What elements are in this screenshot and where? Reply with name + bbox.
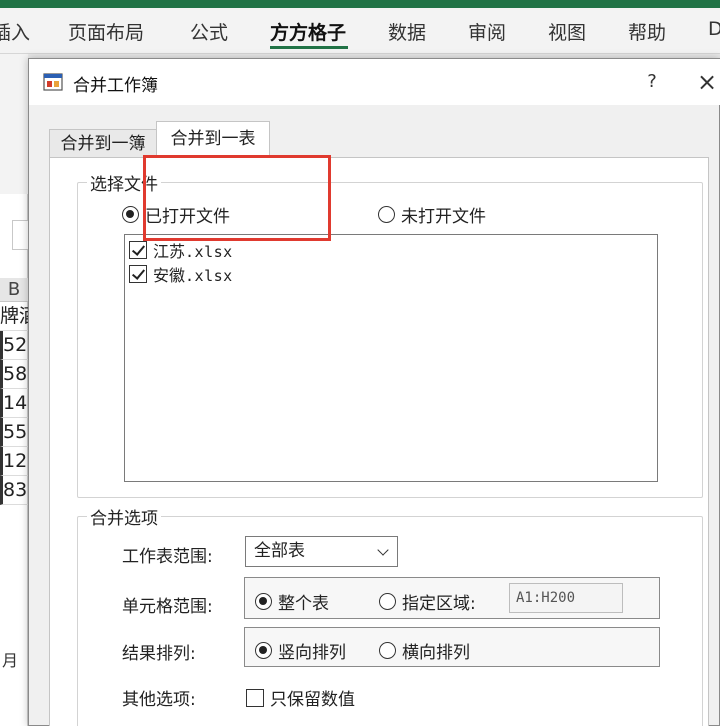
radio-label: 未打开文件 <box>401 207 486 227</box>
checkbox-label: 只保留数值 <box>270 690 355 710</box>
checkbox-box[interactable] <box>246 688 264 707</box>
merge-workbook-dialog: 合并工作簿 ? × 合并到一簿 合并到一表 选择文件 已打开文件 未打开文件 江… <box>28 58 720 726</box>
cell-range-box: 整个表 指定区域: A1:H200 <box>244 577 660 619</box>
formula-bar[interactable] <box>12 220 28 250</box>
result-order-label: 结果排列: <box>122 644 196 664</box>
radio-horizontal[interactable]: 横向排列 <box>379 638 470 663</box>
tab-merge-to-workbook[interactable]: 合并到一簿 <box>49 129 157 157</box>
sheet-cell[interactable]: 83 <box>0 476 28 505</box>
ribbon-tab-formulas[interactable]: 公式 <box>190 18 228 45</box>
radio-dot <box>378 206 395 223</box>
radio-label: 横向排列 <box>402 643 470 663</box>
dialog-title-bar: 合并工作簿 ? × <box>29 59 720 105</box>
annotation-highlight-box <box>143 155 331 241</box>
sheet-cell[interactable]: 58 <box>0 360 28 389</box>
radio-vertical[interactable]: 竖向排列 <box>255 638 346 663</box>
file-name: 江苏 <box>153 242 186 261</box>
ribbon-tab-insert[interactable]: 插入 <box>0 18 30 45</box>
file-listbox[interactable]: 江苏.xlsx 安徽.xlsx <box>124 234 658 482</box>
radio-whole-sheet[interactable]: 整个表 <box>255 589 329 614</box>
radio-unopened-files[interactable]: 未打开文件 <box>378 202 486 227</box>
result-order-box: 竖向排列 横向排列 <box>244 627 660 667</box>
cell-range-label: 单元格范围: <box>122 597 213 617</box>
chevron-down-icon <box>377 544 389 556</box>
radio-dot <box>379 642 396 659</box>
excel-ribbon-tabs: 插入 页面布局 公式 方方格子 数据 审阅 视图 帮助 D <box>0 8 720 54</box>
radio-dot <box>255 593 272 610</box>
dialog-title: 合并工作簿 <box>73 76 158 96</box>
tab-merge-to-sheet[interactable]: 合并到一表 <box>156 121 270 158</box>
ribbon-tab-view[interactable]: 视图 <box>548 18 586 45</box>
ribbon-tab-data[interactable]: 数据 <box>388 18 426 45</box>
file-name: 安徽 <box>153 266 186 285</box>
worksheet-background: B 牌酒 52 58 14 55 12 83 月 <box>0 54 28 726</box>
file-checkbox[interactable] <box>129 265 147 283</box>
sheet-month-label: 月 <box>2 651 19 670</box>
sheet-cell[interactable]: 12 <box>0 447 28 476</box>
tab-panel: 选择文件 已打开文件 未打开文件 江苏.xlsx 安徽.xlsx 合并选项 工作… <box>49 157 709 726</box>
ribbon-tab-more[interactable]: D <box>708 18 720 40</box>
sheet-cell[interactable]: 55 <box>0 418 28 447</box>
column-header-b[interactable]: B <box>0 278 28 302</box>
merge-options-title: 合并选项 <box>87 504 161 529</box>
ribbon-tab-review[interactable]: 审阅 <box>468 18 506 45</box>
range-input[interactable]: A1:H200 <box>509 583 623 613</box>
radio-dot <box>255 642 272 659</box>
radio-dot <box>122 206 139 223</box>
file-list-item[interactable]: 江苏.xlsx <box>129 239 233 261</box>
help-button[interactable]: ? <box>637 67 667 97</box>
keep-values-only-checkbox[interactable]: 只保留数值 <box>246 685 355 710</box>
ribbon-tab-help[interactable]: 帮助 <box>628 18 666 45</box>
file-ext: .xlsx <box>185 267 233 285</box>
ribbon-tab-fangfang[interactable]: 方方格子 <box>270 18 346 45</box>
app-icon <box>43 73 63 91</box>
sheet-range-label: 工作表范围: <box>122 547 213 567</box>
radio-label: 整个表 <box>278 594 329 614</box>
sheet-cell[interactable]: 52 <box>0 331 28 360</box>
sheet-range-select[interactable]: 全部表 <box>245 536 398 567</box>
radio-label: 竖向排列 <box>278 643 346 663</box>
file-checkbox[interactable] <box>129 241 147 259</box>
close-button[interactable]: × <box>697 67 720 97</box>
other-options-label: 其他选项: <box>122 690 196 710</box>
ribbon-tab-page-layout[interactable]: 页面布局 <box>68 18 144 45</box>
active-tab-underline <box>270 46 348 49</box>
file-list-item[interactable]: 安徽.xlsx <box>129 263 233 285</box>
radio-label: 指定区域: <box>402 594 476 614</box>
sheet-range-value: 全部表 <box>254 541 305 561</box>
radio-specified-area[interactable]: 指定区域: <box>379 589 476 614</box>
ribbon-tool-area <box>0 54 28 194</box>
file-ext: .xlsx <box>185 243 233 261</box>
excel-title-bar-strip <box>0 0 720 8</box>
radio-dot <box>379 593 396 610</box>
sheet-cell[interactable]: 14 <box>0 389 28 418</box>
sheet-cell[interactable]: 牌酒 <box>0 302 28 331</box>
